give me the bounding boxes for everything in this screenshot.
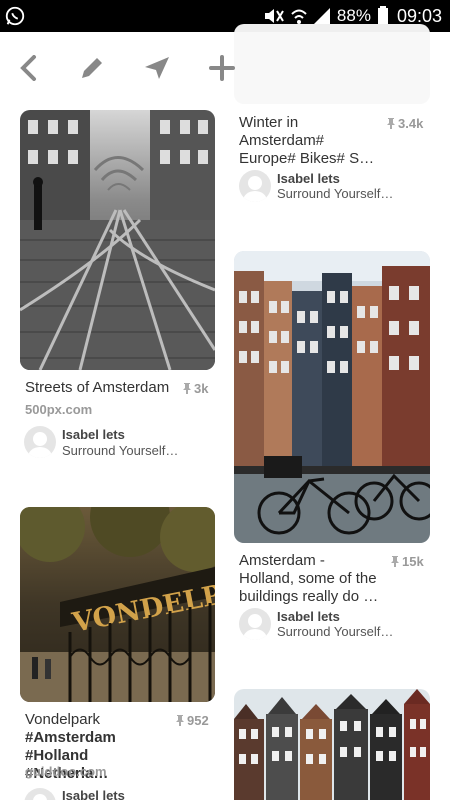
pin-title-line: Europe# Bikes# S…: [239, 150, 375, 167]
send-icon: [145, 57, 169, 79]
pin-count-value: 952: [187, 713, 209, 728]
pin-title[interactable]: Winter in Amsterdam# Europe# Bikes# S…: [239, 114, 389, 168]
board-name[interactable]: Surround Yourself…: [277, 624, 393, 639]
pin-count: 3.4k: [387, 116, 423, 131]
pin-title-line: Winter in: [239, 114, 299, 131]
avatar[interactable]: [239, 170, 271, 202]
avatar[interactable]: [239, 608, 271, 640]
pin-title-line: buildings really do …: [239, 588, 379, 605]
pin-title[interactable]: Streets of Amsterdam: [25, 379, 185, 397]
send-button[interactable]: [139, 50, 175, 86]
pinner-name[interactable]: Isabel lets: [277, 171, 340, 186]
avatar[interactable]: [24, 788, 56, 800]
pin-title-line: Amsterdam -: [239, 552, 325, 569]
pin-count-icon: [391, 556, 399, 567]
pin-title[interactable]: Amsterdam - Holland, some of the buildin…: [239, 552, 389, 606]
pin-count-value: 3.4k: [398, 116, 424, 131]
whatsapp-icon: [5, 6, 25, 26]
pin-title-line: #Amsterdam: [25, 729, 116, 746]
pinner-name[interactable]: Isabel lets: [277, 609, 340, 624]
pin-image-streets[interactable]: [20, 110, 215, 370]
board-toolbar: [0, 32, 450, 104]
pin-count: 15k: [391, 554, 424, 569]
pin-image-canal-houses[interactable]: [234, 689, 430, 800]
pin-count-icon: [183, 383, 191, 394]
battery-percent: 88%: [336, 6, 371, 25]
signal-icon: [313, 8, 330, 24]
pin-count-icon: [387, 118, 395, 129]
back-icon: [20, 55, 36, 81]
pin-count-value: 3k: [194, 381, 209, 396]
pin-count: 3k: [183, 381, 208, 396]
edit-button[interactable]: [74, 50, 110, 86]
pin-image-vondelpark[interactable]: VONDELPARK: [20, 507, 215, 702]
pin-source[interactable]: 500px.com: [25, 402, 92, 417]
board-name[interactable]: Surround Yourself…: [277, 186, 393, 201]
pin-title-line: Amsterdam#: [239, 132, 325, 149]
avatar[interactable]: [24, 426, 56, 458]
pin-title-line: Holland, some of the: [239, 570, 377, 587]
pin-count: 952: [176, 713, 209, 728]
pin-count-icon: [176, 715, 184, 726]
wifi-icon: [291, 9, 307, 24]
pin-source[interactable]: guiddoo.com: [25, 764, 107, 779]
add-icon: [209, 55, 235, 81]
edit-icon: [82, 58, 102, 78]
pin-title-line: Vondelpark: [25, 711, 101, 728]
pin-count-value: 15k: [402, 554, 424, 569]
pinner-name[interactable]: Isabel lets: [62, 788, 125, 800]
add-button[interactable]: [204, 50, 240, 86]
board-name[interactable]: Surround Yourself…: [62, 443, 178, 458]
pinner-name[interactable]: Isabel lets: [62, 427, 125, 442]
back-button[interactable]: [10, 50, 46, 86]
mute-icon: [264, 9, 284, 23]
pin-image-amsterdam-bikes[interactable]: [234, 251, 430, 543]
